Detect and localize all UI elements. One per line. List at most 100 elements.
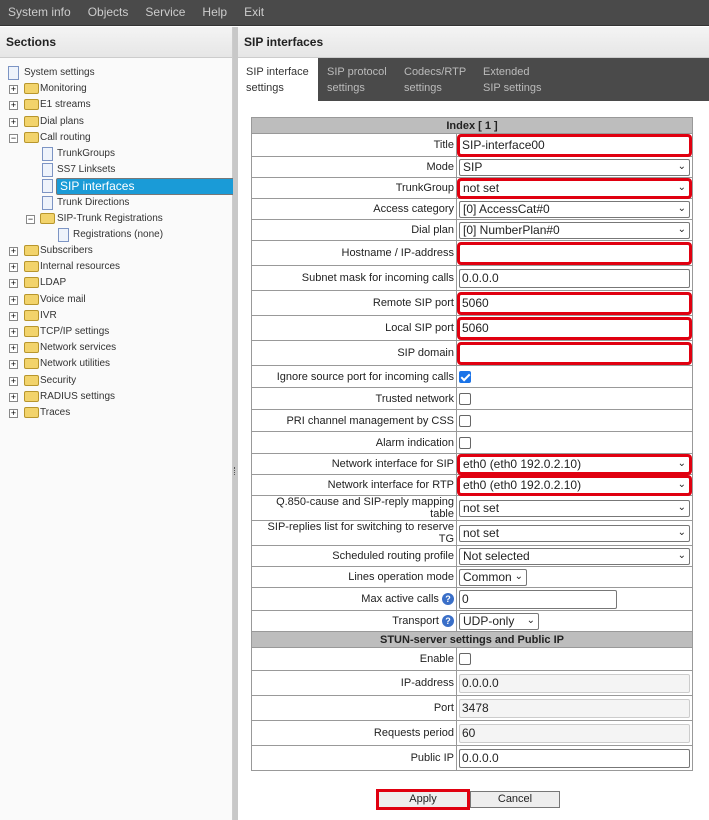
alarm-indication-checkbox[interactable]	[459, 436, 471, 449]
ip-address-input[interactable]: 0.0.0.0	[459, 673, 690, 693]
sidebar-item-security[interactable]: + Security	[0, 373, 232, 389]
sidebar-item-network-utilities[interactable]: + Network utilities	[0, 356, 232, 372]
tab-extended-sip-settings[interactable]: Extended SIP settings	[475, 58, 555, 101]
document-icon	[8, 66, 19, 80]
sidebar-item-voice-mail[interactable]: + Voice mail	[0, 292, 232, 308]
tab-sip-interface-settings[interactable]: SIP interface settings	[238, 58, 318, 101]
expand-icon[interactable]: +	[9, 247, 18, 257]
sidebar-item-internal-resources[interactable]: + Internal resources	[0, 259, 232, 275]
mode-select[interactable]: SIP ⌄	[459, 158, 690, 176]
access-category-select[interactable]: [0] AccessCat#0 ⌄	[459, 200, 690, 218]
expand-icon[interactable]: +	[9, 85, 18, 95]
sidebar-item-monitoring[interactable]: + Monitoring	[0, 81, 232, 97]
sidebar-item-ivr[interactable]: + IVR	[0, 308, 232, 324]
network-interface-for-rtp-select[interactable]: eth0 (eth0 192.0.2.10) ⌄	[457, 474, 692, 496]
menu-exit[interactable]: Exit	[236, 0, 273, 25]
requests-period-cell: 60	[456, 720, 693, 746]
expand-icon[interactable]: +	[9, 279, 18, 289]
network-interface-for-sip-select[interactable]: eth0 (eth0 192.0.2.10) ⌄	[457, 453, 692, 475]
expand-icon[interactable]: +	[9, 376, 18, 386]
q-850-cause-and-sip-reply-mapping-table-cell: not set ⌄	[456, 495, 693, 521]
page-title: SIP interfaces	[238, 27, 709, 58]
form-row-trusted-network: Trusted network	[251, 387, 693, 410]
local-sip-port-input[interactable]: 5060	[457, 316, 692, 340]
trunkgroup-cell: not set ⌄	[456, 177, 693, 199]
expand-icon[interactable]: +	[9, 328, 18, 337]
sip-domain-input[interactable]	[457, 341, 692, 365]
menu-objects[interactable]: Objects	[80, 0, 138, 25]
trusted-network-checkbox[interactable]	[459, 392, 471, 405]
max-active-calls-input[interactable]: 0	[459, 589, 617, 609]
sidebar-item-e1-streams[interactable]: + E1 streams	[0, 97, 232, 113]
sidebar-item-sip-trunk-registrations[interactable]: − SIP-Trunk Registrations	[0, 211, 232, 227]
trusted-network-label: Trusted network	[251, 387, 457, 410]
form-row-pri-channel-management-by-css: PRI channel management by CSS	[251, 409, 693, 432]
lines-operation-mode-select[interactable]: Common ⌄	[459, 568, 527, 586]
sidebar-item-traces[interactable]: + Traces	[0, 405, 232, 421]
sip-replies-list-for-switching-to-reserve-tg-select[interactable]: not set ⌄	[459, 524, 690, 542]
alarm-indication-cell	[456, 431, 693, 454]
menu-bar: System info Objects Service Help Exit	[0, 0, 709, 26]
help-icon[interactable]: ?	[442, 615, 454, 627]
chevron-down-icon: ⌄	[677, 202, 686, 214]
collapse-icon[interactable]: −	[9, 133, 18, 143]
menu-help[interactable]: Help	[194, 0, 236, 25]
dial-plan-select[interactable]: [0] NumberPlan#0 ⌄	[459, 221, 690, 239]
expand-icon[interactable]: +	[9, 311, 18, 321]
mode-cell: SIP ⌄	[456, 156, 693, 178]
sidebar-item-label: TCP/IP settings	[40, 326, 110, 337]
expand-icon[interactable]: +	[9, 263, 18, 273]
requests-period-input[interactable]: 60	[459, 723, 690, 743]
ignore-source-port-for-incoming-calls-checkbox[interactable]	[459, 370, 471, 383]
q-850-cause-and-sip-reply-mapping-table-select[interactable]: not set ⌄	[459, 499, 690, 517]
sidebar-item-subscribers[interactable]: + Subscribers	[0, 243, 232, 259]
public-ip-input[interactable]: 0.0.0.0	[459, 748, 690, 768]
subnet-mask-for-incoming-calls-input[interactable]: 0.0.0.0	[459, 268, 690, 288]
scheduled-routing-profile-select[interactable]: Not selected ⌄	[459, 547, 690, 565]
tab-bar: SIP interface settings SIP protocol sett…	[238, 58, 709, 101]
sidebar-item-dial-plans[interactable]: + Dial plans	[0, 114, 232, 130]
form-row-lines-operation-mode: Lines operation mode Common ⌄	[251, 566, 693, 588]
sidebar-item-call-routing[interactable]: − Call routing	[0, 130, 232, 146]
expand-icon[interactable]: +	[9, 392, 18, 402]
transport-cell: UDP-only ⌄	[456, 610, 693, 632]
transport-select[interactable]: UDP-only ⌄	[459, 612, 539, 630]
remote-sip-port-input[interactable]: 5060	[457, 291, 692, 315]
cancel-button[interactable]: Cancel	[470, 791, 560, 808]
enable-checkbox[interactable]	[459, 653, 471, 666]
sidebar-item-system-settings[interactable]: System settings	[0, 65, 232, 81]
folder-icon	[24, 99, 39, 111]
sidebar-title: Sections	[0, 27, 232, 58]
menu-system-info[interactable]: System info	[0, 0, 80, 25]
document-icon	[42, 179, 53, 194]
expand-icon[interactable]: +	[9, 360, 18, 370]
apply-button[interactable]: Apply	[376, 789, 470, 810]
pri-channel-management-by-css-checkbox[interactable]	[459, 414, 471, 427]
tab-sip-protocol-settings[interactable]: SIP protocol settings	[319, 58, 395, 101]
tab-codecs-rtp-settings[interactable]: Codecs/RTP settings	[396, 58, 475, 101]
sidebar-item-ss7-linksets[interactable]: SS7 Linksets	[0, 162, 232, 178]
expand-icon[interactable]: +	[9, 408, 18, 418]
collapse-icon[interactable]: −	[26, 214, 35, 224]
sidebar-item-network-services[interactable]: + Network services	[0, 340, 232, 356]
sidebar-item-label: LDAP	[40, 277, 67, 289]
form-row-transport: Transport ? UDP-only ⌄	[251, 610, 693, 632]
title-input[interactable]: SIP-interface00	[457, 133, 692, 157]
trunkgroup-select[interactable]: not set ⌄	[457, 177, 692, 199]
sidebar-item-trunkgroups[interactable]: TrunkGroups	[0, 146, 232, 162]
sidebar-item-sip-interfaces[interactable]: SIP interfaces	[0, 178, 288, 196]
expand-icon[interactable]: +	[9, 117, 18, 127]
help-icon[interactable]: ?	[442, 593, 454, 605]
sidebar-item-registrations-none[interactable]: Registrations (none)	[0, 227, 232, 243]
expand-icon[interactable]: +	[9, 101, 18, 111]
hostname-ip-address-input[interactable]	[457, 241, 692, 265]
sidebar-item-tcp-ip-settings[interactable]: + TCP/IP settings	[0, 324, 232, 340]
port-input[interactable]: 3478	[459, 698, 690, 718]
expand-icon[interactable]: +	[9, 344, 18, 354]
sidebar-item-ldap[interactable]: + LDAP	[0, 275, 232, 291]
expand-icon[interactable]: +	[9, 295, 18, 305]
menu-service[interactable]: Service	[137, 0, 194, 25]
document-icon	[42, 146, 53, 161]
sidebar-item-trunk-directions[interactable]: Trunk Directions	[0, 195, 232, 211]
sidebar-item-radius-settings[interactable]: + RADIUS settings	[0, 389, 232, 405]
